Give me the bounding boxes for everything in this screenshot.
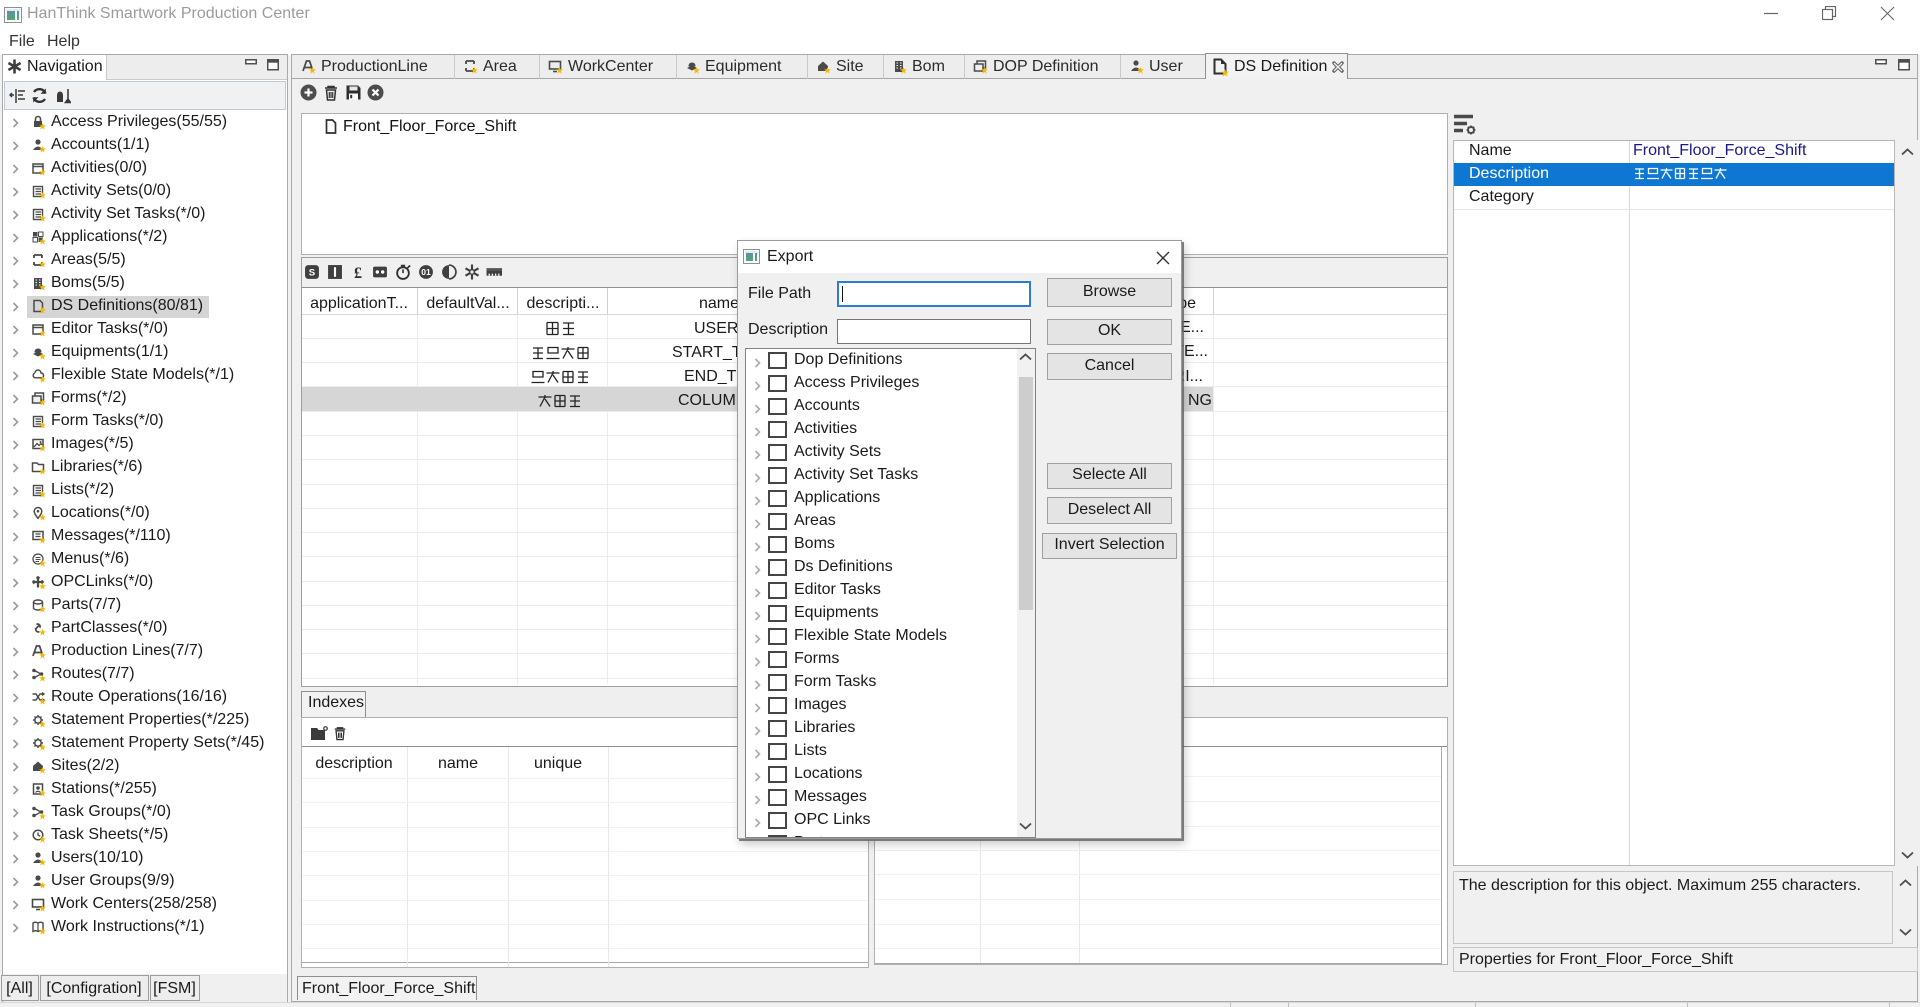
- svg-text:£: £: [354, 265, 362, 280]
- svg-text:01: 01: [421, 267, 431, 277]
- svg-text:S: S: [309, 268, 316, 279]
